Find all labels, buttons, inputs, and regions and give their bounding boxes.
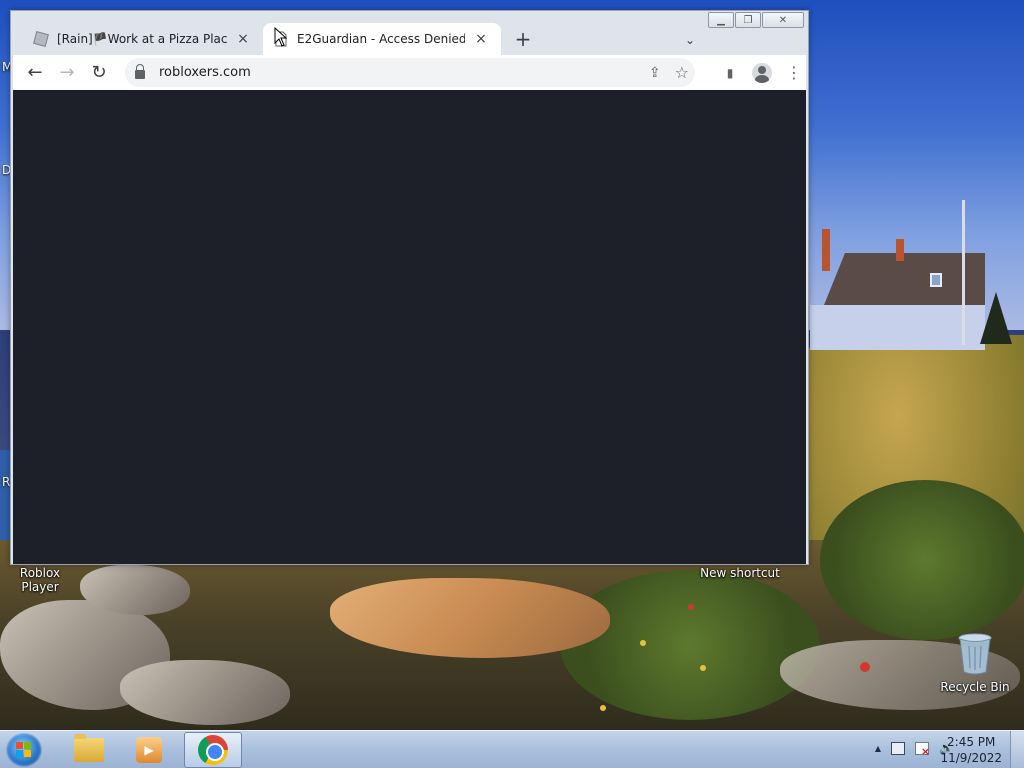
show-hidden-icons-arrow[interactable]: ▲ bbox=[875, 744, 881, 753]
wallpaper-flower bbox=[700, 665, 706, 671]
house-chimney bbox=[896, 239, 904, 261]
browser-toolbar: ← → ↻ robloxers.com ⇪ ☆ ▮ ⋮ bbox=[13, 55, 806, 90]
taskbar-clock[interactable]: 2:45 PM 11/9/2022 bbox=[940, 734, 1002, 766]
tab-strip: [Rain]🏴Work at a Pizza Place - Roblox × … bbox=[13, 19, 806, 55]
windows-media-player-icon: ▶ bbox=[136, 737, 162, 763]
close-tab-icon[interactable]: × bbox=[471, 31, 491, 47]
side-panel-icon[interactable]: ▮ bbox=[718, 61, 742, 85]
avatar-icon bbox=[752, 63, 772, 83]
page-content[interactable] bbox=[13, 90, 806, 564]
clock-time: 2:45 PM bbox=[947, 735, 996, 749]
wallpaper-bush bbox=[820, 480, 1024, 640]
wallpaper-flower bbox=[640, 640, 646, 646]
desktop-icon-roblox-player[interactable]: Roblox Player bbox=[2, 566, 78, 594]
chrome-icon bbox=[198, 735, 228, 765]
wallpaper-flower bbox=[860, 662, 870, 672]
omnibox-actions: ⇪ ☆ bbox=[649, 58, 695, 87]
show-desktop-button[interactable] bbox=[1010, 731, 1024, 768]
windows-explorer-icon bbox=[74, 734, 104, 762]
new-tab-button[interactable]: + bbox=[511, 29, 535, 49]
action-center-icon[interactable] bbox=[915, 741, 930, 758]
roblox-player-label: Roblox Player bbox=[19, 566, 61, 594]
recycle-bin-icon bbox=[958, 633, 992, 675]
chrome-window[interactable]: ▁ ❐ ✕ [Rain]🏴Work at a Pizza Place - Rob… bbox=[10, 10, 809, 565]
windows-logo-icon bbox=[16, 742, 32, 758]
roblox-icon bbox=[33, 31, 49, 47]
tab-roblox[interactable]: [Rain]🏴Work at a Pizza Place - Roblox × bbox=[23, 23, 263, 55]
chrome-menu-icon[interactable]: ⋮ bbox=[782, 61, 806, 85]
share-icon[interactable]: ⇪ bbox=[649, 65, 661, 81]
reload-button[interactable]: ↻ bbox=[87, 61, 111, 85]
forward-button[interactable]: → bbox=[55, 61, 79, 85]
wallpaper-flagpole bbox=[962, 200, 965, 345]
house-chimney bbox=[822, 229, 830, 271]
taskbar: ▶ ▲ 🔊 2:45 PM 11/9/2022 bbox=[0, 730, 1024, 768]
lock-icon[interactable] bbox=[135, 64, 145, 79]
tab-title: [Rain]🏴Work at a Pizza Place - Roblox bbox=[57, 32, 227, 46]
wallpaper-flower bbox=[600, 705, 606, 711]
new-shortcut-label: New shortcut bbox=[700, 566, 780, 580]
house-wall bbox=[810, 305, 985, 350]
clock-date: 11/9/2022 bbox=[940, 751, 1002, 765]
start-button[interactable] bbox=[6, 733, 42, 767]
tab-search-button[interactable]: ⌄ bbox=[685, 33, 695, 47]
house-window bbox=[930, 273, 942, 287]
wallpaper-flower bbox=[688, 604, 694, 610]
network-icon[interactable] bbox=[891, 741, 906, 755]
recycle-bin-label: Recycle Bin bbox=[940, 680, 1010, 694]
address-bar-url[interactable]: robloxers.com bbox=[159, 65, 251, 80]
taskbar-chrome-button[interactable] bbox=[184, 732, 242, 768]
profile-button[interactable] bbox=[750, 61, 774, 85]
close-tab-icon[interactable]: × bbox=[233, 31, 253, 47]
taskbar-media-player-button[interactable]: ▶ bbox=[120, 732, 178, 768]
desktop-icon-new-shortcut[interactable]: New shortcut bbox=[700, 566, 780, 580]
tab-title: E2Guardian - Access Denied bbox=[297, 32, 465, 46]
bookmark-star-icon[interactable]: ☆ bbox=[675, 63, 689, 82]
tab-e2guardian[interactable]: E2Guardian - Access Denied × bbox=[263, 23, 501, 55]
desktop-icon-recycle-bin[interactable]: Recycle Bin bbox=[940, 632, 1010, 694]
mouse-cursor-icon bbox=[274, 27, 288, 47]
wallpaper-bush bbox=[560, 570, 820, 720]
back-button[interactable]: ← bbox=[23, 61, 47, 85]
address-bar[interactable]: robloxers.com ⇪ ☆ bbox=[125, 58, 695, 87]
taskbar-explorer-button[interactable] bbox=[60, 732, 118, 768]
